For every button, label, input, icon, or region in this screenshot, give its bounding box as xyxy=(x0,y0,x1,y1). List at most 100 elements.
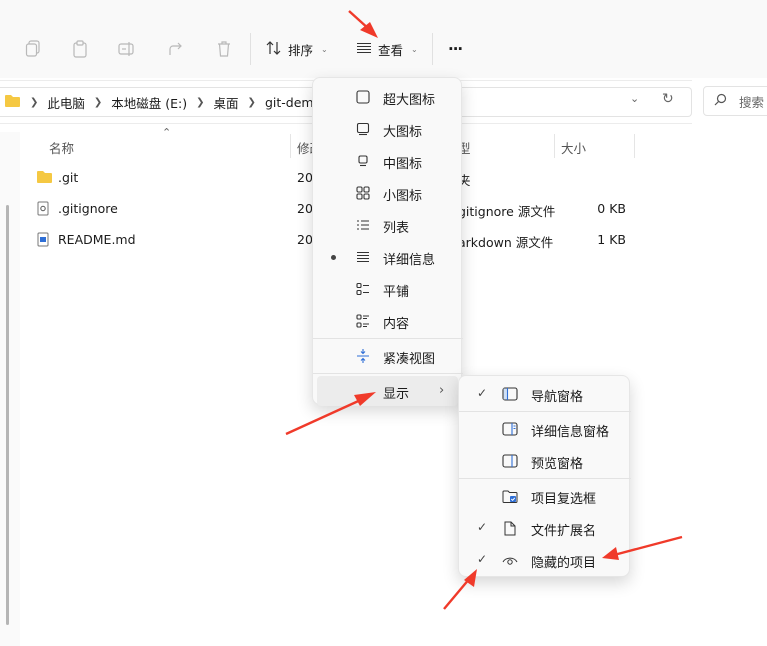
submenu-item-label: 项目复选框 xyxy=(531,492,597,507)
item-checkbox-icon xyxy=(501,488,519,504)
menu-item-label: 显示 xyxy=(383,387,410,402)
menu-item-medium-icons[interactable]: 中图标 xyxy=(317,146,458,176)
file-name: .gitignore xyxy=(58,201,118,216)
submenu-item-preview-pane[interactable]: 预览窗格 xyxy=(463,446,626,476)
sort-icon xyxy=(266,40,282,58)
menu-item-label: 紧凑视图 xyxy=(383,352,436,367)
column-header-name[interactable]: 名称 xyxy=(49,138,74,157)
chevron-right-icon: ❯ xyxy=(196,96,205,108)
menu-divider xyxy=(459,478,631,479)
toolbar-divider xyxy=(250,33,251,65)
copy-icon[interactable] xyxy=(22,38,44,60)
delete-icon[interactable] xyxy=(213,38,235,60)
submenu-item-item-checkboxes[interactable]: 项目复选框 xyxy=(463,481,626,511)
search-icon xyxy=(714,93,727,109)
command-bar: 排序 ⌄ 查看 ⌄ ··· xyxy=(0,0,767,78)
details-pane-icon xyxy=(501,421,519,437)
menu-item-label: 内容 xyxy=(383,317,410,332)
breadcrumb-local-disk[interactable]: 本地磁盘 (E:) xyxy=(111,93,187,112)
paste-icon[interactable] xyxy=(69,38,91,60)
details-icon xyxy=(355,249,371,265)
file-date: 20 xyxy=(297,170,313,185)
extra-large-icons-icon xyxy=(355,89,371,105)
menu-item-label: 列表 xyxy=(383,221,410,236)
menu-item-label: 小图标 xyxy=(383,189,423,204)
view-button[interactable]: 查看 ⌄ xyxy=(356,38,418,60)
eye-icon xyxy=(501,552,519,568)
submenu-item-label: 隐藏的项目 xyxy=(531,556,597,571)
compact-view-icon xyxy=(355,348,371,364)
menu-item-label: 中图标 xyxy=(383,157,423,172)
search-box[interactable]: 搜索 xyxy=(703,86,767,116)
submenu-item-hidden-items[interactable]: ✓ 隐藏的项目 xyxy=(463,545,626,575)
menu-divider xyxy=(313,338,463,339)
submenu-item-file-extensions[interactable]: ✓ 文件扩展名 xyxy=(463,513,626,543)
view-label: 查看 xyxy=(378,42,404,58)
share-icon[interactable] xyxy=(165,38,187,60)
submenu-item-label: 预览窗格 xyxy=(531,457,584,472)
file-name: .git xyxy=(58,170,79,185)
submenu-item-label: 导航窗格 xyxy=(531,390,584,405)
sort-button[interactable]: 排序 ⌄ xyxy=(266,38,328,60)
menu-item-details[interactable]: 详细信息 xyxy=(317,242,458,272)
view-icon xyxy=(356,42,372,57)
breadcrumb-this-pc[interactable]: 此电脑 xyxy=(47,93,85,112)
medium-icons-icon xyxy=(355,153,371,169)
check-icon: ✓ xyxy=(477,552,488,566)
list-icon xyxy=(355,217,371,233)
document-icon xyxy=(36,232,50,250)
file-size: 0 KB xyxy=(597,201,626,216)
check-icon: ✓ xyxy=(477,520,488,534)
menu-item-large-icons[interactable]: 大图标 xyxy=(317,114,458,144)
search-input[interactable]: 搜索 xyxy=(739,92,764,111)
navigation-pane-icon xyxy=(501,386,519,402)
selected-dot-icon xyxy=(331,255,336,260)
tiles-icon xyxy=(355,281,371,297)
file-name: README.md xyxy=(58,232,136,247)
more-options-button[interactable]: ··· xyxy=(448,38,463,60)
menu-item-extra-large-icons[interactable]: 超大图标 xyxy=(317,82,458,112)
breadcrumb-desktop[interactable]: 桌面 xyxy=(214,93,239,112)
menu-item-small-icons[interactable]: 小图标 xyxy=(317,178,458,208)
file-size: 1 KB xyxy=(597,232,626,247)
menu-item-show[interactable]: 显示 › xyxy=(317,376,458,406)
chevron-down-icon: ⌄ xyxy=(321,44,328,54)
content-icon xyxy=(355,313,371,329)
preview-pane-icon xyxy=(501,453,519,469)
menu-item-list[interactable]: 列表 xyxy=(317,210,458,240)
chevron-right-icon: ❯ xyxy=(30,96,39,108)
navigation-scrollbar[interactable] xyxy=(6,205,9,625)
folder-icon xyxy=(4,94,21,111)
column-header-size[interactable]: 大小 xyxy=(561,138,586,157)
menu-item-label: 大图标 xyxy=(383,125,423,140)
check-icon: ✓ xyxy=(477,386,488,400)
menu-item-label: 平铺 xyxy=(383,285,410,300)
file-extension-icon xyxy=(501,520,519,536)
breadcrumb: ❯ 此电脑 ❯ 本地磁盘 (E:) ❯ 桌面 ❯ git-demo xyxy=(4,88,321,116)
submenu-item-navigation-pane[interactable]: ✓ 导航窗格 xyxy=(463,379,626,409)
menu-item-compact-view[interactable]: 紧凑视图 xyxy=(317,341,458,371)
column-divider[interactable] xyxy=(634,134,635,158)
toolbar-divider xyxy=(432,33,433,65)
file-date: 20 xyxy=(297,232,313,247)
file-type: arkdown 源文件 xyxy=(458,235,554,250)
refresh-icon[interactable]: ↻ xyxy=(662,91,674,107)
menu-item-content[interactable]: 内容 xyxy=(317,306,458,336)
small-icons-icon xyxy=(355,185,371,201)
menu-item-tiles[interactable]: 平铺 xyxy=(317,274,458,304)
show-submenu: ✓ 导航窗格 详细信息窗格 预览窗格 项目复选框 ✓ 文件扩展名 ✓ 隐藏的项目 xyxy=(458,375,631,577)
folder-icon xyxy=(36,170,53,187)
large-icons-icon xyxy=(355,121,371,137)
chevron-right-icon: › xyxy=(439,383,445,398)
column-divider[interactable] xyxy=(554,134,555,158)
sort-ascending-icon: ⌃ xyxy=(162,126,172,139)
chevron-right-icon: ❯ xyxy=(247,96,256,108)
view-menu: 超大图标 大图标 中图标 小图标 列表 详细信息 平铺 内容 紧凑视图 显示 › xyxy=(312,77,463,406)
gear-file-icon xyxy=(36,201,50,219)
rename-icon[interactable] xyxy=(116,38,138,60)
menu-divider xyxy=(459,411,631,412)
submenu-item-details-pane[interactable]: 详细信息窗格 xyxy=(463,414,626,444)
menu-item-label: 超大图标 xyxy=(383,93,436,108)
column-divider[interactable] xyxy=(290,134,291,158)
chevron-down-icon[interactable]: ⌄ xyxy=(630,92,639,105)
